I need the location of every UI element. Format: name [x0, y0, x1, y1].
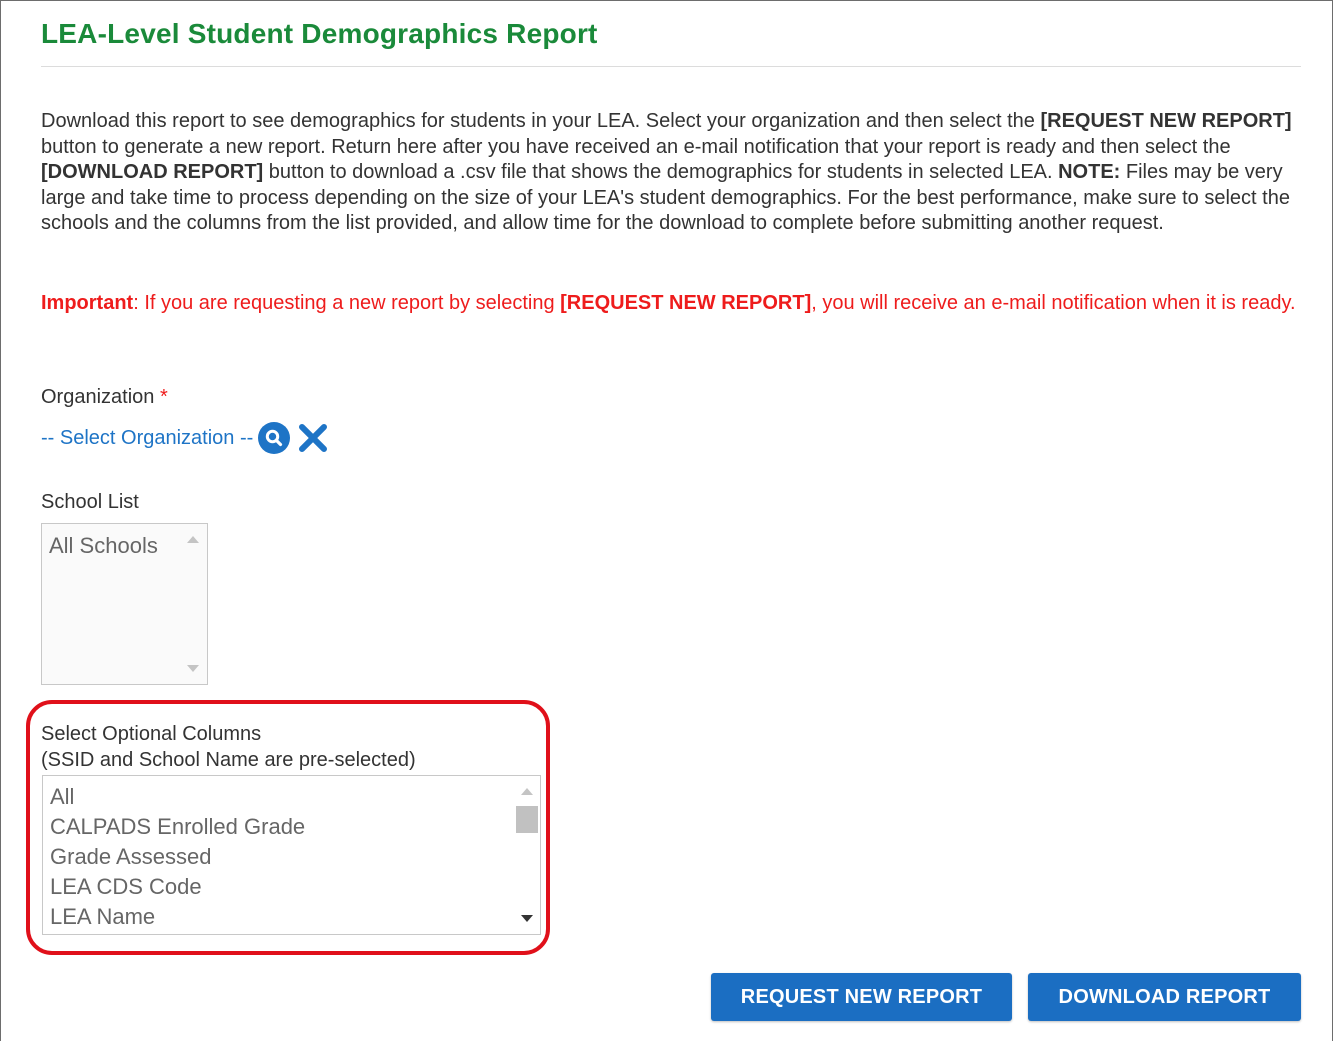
optional-columns-scrollbar[interactable]: [514, 776, 540, 934]
description-text: button to download a .csv file that show…: [263, 161, 1059, 183]
important-text: , you will receive an e-mail notificatio…: [811, 292, 1296, 314]
optional-columns-label: Select Optional Columns: [41, 723, 262, 745]
scrollbar-thumb[interactable]: [516, 806, 538, 833]
optional-columns-listbox[interactable]: All CALPADS Enrolled Grade Grade Assessed L…: [42, 775, 541, 935]
scroll-down-arrow-icon[interactable]: [187, 665, 199, 672]
school-list-scrollbar[interactable]: [179, 524, 207, 684]
description-text: Download this report to see demographics…: [41, 110, 1041, 132]
title-divider: [41, 66, 1301, 67]
optional-columns-hint: (SSID and School Name are pre-selected): [41, 749, 416, 771]
download-report-button[interactable]: DOWNLOAD REPORT: [1028, 973, 1301, 1021]
list-item[interactable]: CALPADS Enrolled Grade: [43, 812, 540, 842]
list-item[interactable]: Grade Assessed: [43, 842, 540, 872]
important-notice: Important: If you are requesting a new r…: [41, 289, 1301, 318]
scroll-up-arrow-icon[interactable]: [187, 536, 199, 543]
school-listbox[interactable]: All Schools: [41, 523, 208, 685]
school-list-label: School List: [41, 491, 139, 513]
organization-label: Organization *: [41, 386, 168, 409]
list-item[interactable]: LEA CDS Code: [43, 872, 540, 902]
select-organization-link[interactable]: -- Select Organization --: [41, 427, 253, 450]
request-new-report-button[interactable]: REQUEST NEW REPORT: [711, 973, 1012, 1021]
important-label: Important: [41, 292, 134, 314]
page-title: LEA-Level Student Demographics Report: [41, 18, 598, 49]
description-emphasis: [REQUEST NEW REPORT]: [1040, 110, 1292, 132]
optional-columns-items: All CALPADS Enrolled Grade Grade Assessed L…: [43, 776, 540, 932]
important-text: : If you are requesting a new report by …: [133, 292, 561, 314]
description-text: button to generate a new report. Return …: [41, 135, 1231, 158]
report-description: Download this report to see demographics…: [41, 109, 1311, 237]
list-item[interactable]: LEA Name: [43, 902, 540, 932]
organization-selector: -- Select Organization --: [41, 422, 329, 454]
close-icon[interactable]: [297, 422, 329, 454]
search-icon[interactable]: [258, 422, 291, 454]
required-marker: *: [159, 386, 168, 408]
important-emphasis: [REQUEST NEW REPORT]: [560, 292, 812, 314]
organization-label-text: Organization: [41, 386, 155, 408]
list-item[interactable]: All: [43, 782, 540, 812]
description-emphasis: NOTE:: [1058, 161, 1121, 183]
scroll-down-arrow-icon[interactable]: [521, 915, 533, 922]
description-emphasis: [DOWNLOAD REPORT]: [41, 161, 264, 183]
scroll-up-arrow-icon[interactable]: [521, 788, 533, 795]
